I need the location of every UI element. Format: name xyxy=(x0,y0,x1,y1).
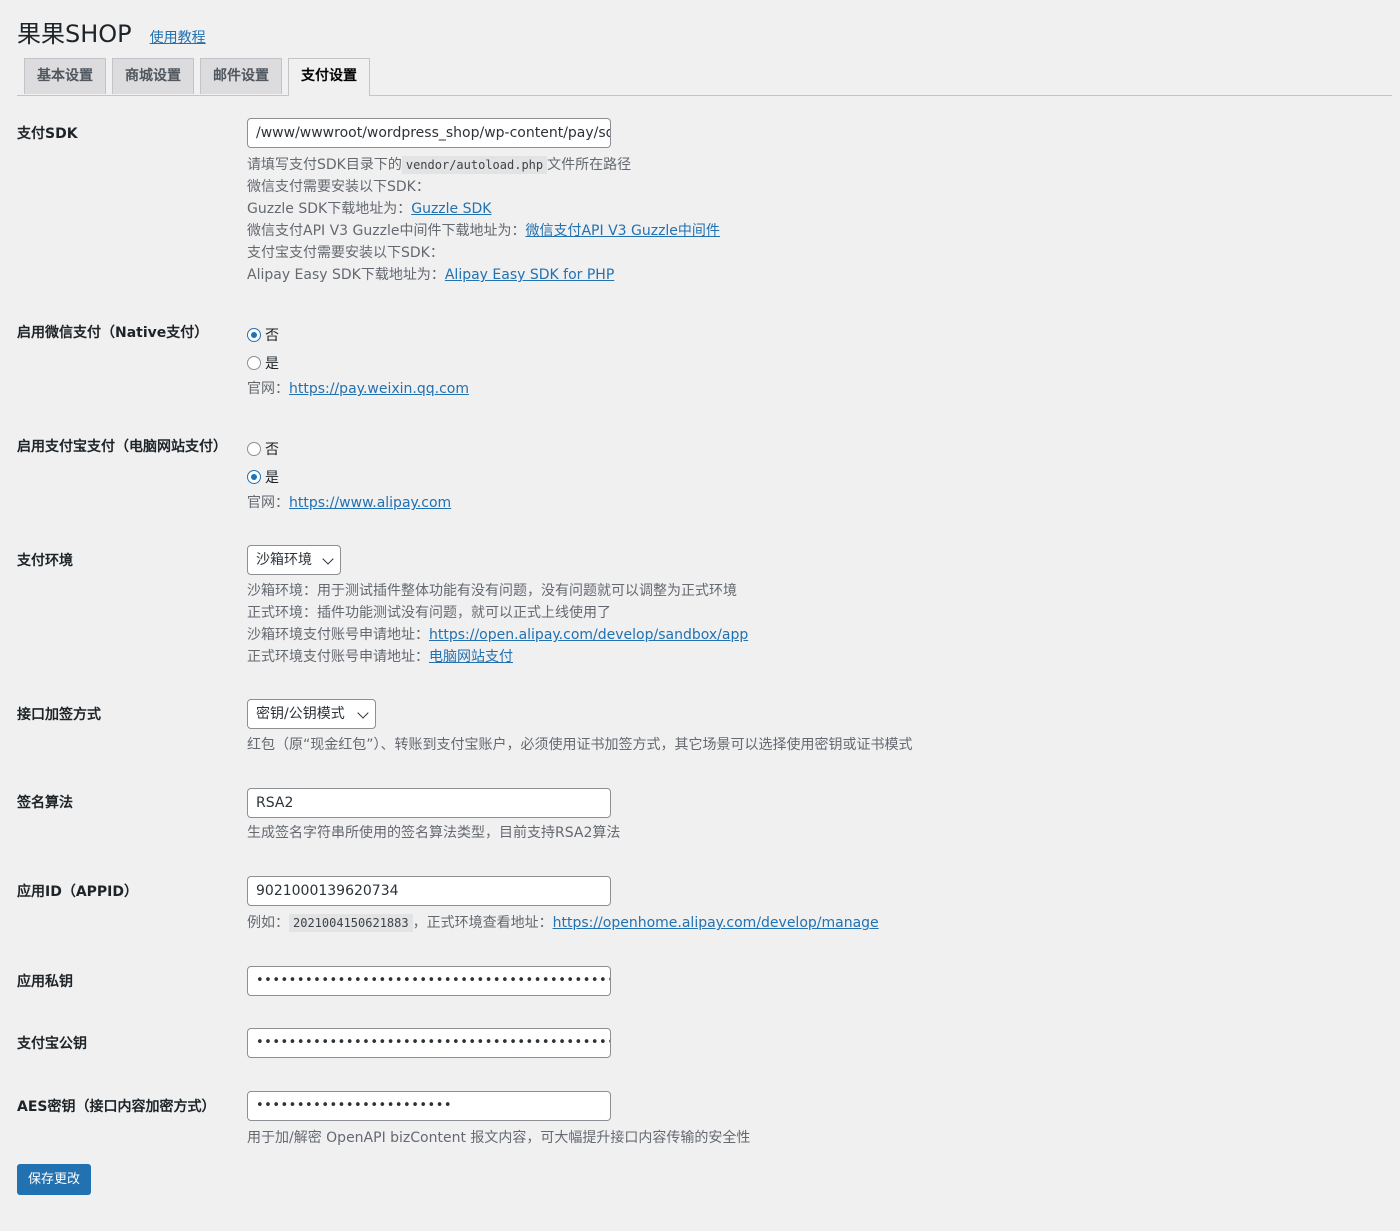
settings-tabs: 基本设置 商城设置 邮件设置 支付设置 xyxy=(17,57,1392,96)
wechat-pay-label: 启用微信支付（Native支付） xyxy=(17,325,209,341)
pay-env-select[interactable]: 沙箱环境 xyxy=(247,545,341,575)
aes-key-description: 用于加/解密 OpenAPI bizContent 报文内容，可大幅提升接口内容… xyxy=(247,1130,751,1146)
appid-input[interactable]: 9021000139620734 xyxy=(247,876,611,906)
tab-basic-settings[interactable]: 基本设置 xyxy=(24,58,106,94)
tab-shop-settings[interactable]: 商城设置 xyxy=(112,58,194,94)
wechat-site-link[interactable]: https://pay.weixin.qq.com xyxy=(289,381,469,397)
alipay-public-key-label: 支付宝公钥 xyxy=(17,1036,87,1052)
alipay-site-description: 官网：https://www.alipay.com xyxy=(247,495,452,511)
tab-payment-settings[interactable]: 支付设置 xyxy=(288,58,370,96)
sign-algo-description: 生成签名字符串所使用的签名算法类型，目前支持RSA2算法 xyxy=(247,825,621,841)
sdk-path-label: 支付SDK xyxy=(17,126,78,142)
alipay-pay-label: 启用支付宝支付（电脑网站支付） xyxy=(17,439,227,455)
alipay-pay-option-no[interactable]: 否 xyxy=(247,439,279,459)
sign-algo-label: 签名算法 xyxy=(17,795,73,811)
chevron-down-icon xyxy=(357,707,369,719)
private-key-input[interactable]: ••••••••••••••••••••••••••••••••••••••••… xyxy=(247,966,611,996)
wechat-guzzle-middleware-link[interactable]: 微信支付API V3 Guzzle中间件 xyxy=(525,223,719,239)
help-tutorial-link[interactable]: 使用教程 xyxy=(150,27,206,47)
radio-unchecked-icon[interactable] xyxy=(247,442,261,456)
sdk-autoload-code: vendor/autoload.php xyxy=(401,156,548,174)
wechat-pay-option-no[interactable]: 否 xyxy=(247,325,279,345)
private-key-label: 应用私钥 xyxy=(17,974,73,990)
radio-checked-icon[interactable] xyxy=(247,470,261,484)
appid-label: 应用ID（APPID） xyxy=(17,884,139,900)
sign-mode-label: 接口加签方式 xyxy=(17,707,101,723)
aes-key-input[interactable]: •••••••••••••••••••••••• xyxy=(247,1091,611,1121)
wechat-pay-option-yes[interactable]: 是 xyxy=(247,353,279,373)
appid-manage-link[interactable]: https://openhome.alipay.com/develop/mana… xyxy=(553,915,879,931)
alipay-pay-option-yes[interactable]: 是 xyxy=(247,467,279,487)
appid-example-code: 2021004150621883 xyxy=(289,914,413,932)
appid-description: 例如： 2021004150621883 ，正式环境查看地址：https://ope… xyxy=(247,914,879,932)
alipay-public-key-input[interactable]: ••••••••••••••••••••••••••••••••••••••••… xyxy=(247,1028,611,1058)
sign-mode-description: 红包（原“现金红包”）、转账到支付宝账户，必须使用证书加签方式，其它场景可以选择… xyxy=(247,737,913,753)
sign-mode-select[interactable]: 密钥/公钥模式 xyxy=(247,699,376,729)
pay-env-description: 沙箱环境：用于测试插件整体功能有没有问题，没有问题就可以调整为正式环境 正式环境… xyxy=(247,583,749,665)
guzzle-sdk-link[interactable]: Guzzle SDK xyxy=(411,201,491,217)
alipay-site-link[interactable]: https://www.alipay.com xyxy=(289,495,451,511)
sandbox-apply-link[interactable]: https://open.alipay.com/develop/sandbox/… xyxy=(429,627,748,643)
alipay-easy-sdk-link[interactable]: Alipay Easy SDK for PHP xyxy=(445,267,614,283)
radio-checked-icon[interactable] xyxy=(247,328,261,342)
chevron-down-icon xyxy=(322,553,334,565)
production-apply-link[interactable]: 电脑网站支付 xyxy=(429,649,513,665)
page-header: 果果SHOP 使用教程 xyxy=(17,14,206,49)
radio-unchecked-icon[interactable] xyxy=(247,356,261,370)
save-button[interactable]: 保存更改 xyxy=(17,1164,92,1195)
tab-mail-settings[interactable]: 邮件设置 xyxy=(200,58,282,94)
sdk-path-description: 请填写支付SDK目录下的 vendor/autoload.php 文件所在路径 微信… xyxy=(247,156,720,283)
sdk-path-input[interactable]: /www/wwwroot/wordpress_shop/wp-content/p… xyxy=(247,118,611,148)
page-title: 果果SHOP xyxy=(17,20,132,48)
sign-algo-input[interactable]: RSA2 xyxy=(247,788,611,818)
wechat-site-description: 官网：https://pay.weixin.qq.com xyxy=(247,381,469,397)
pay-env-label: 支付环境 xyxy=(17,553,73,569)
aes-key-label: AES密钥（接口内容加密方式） xyxy=(17,1099,216,1115)
